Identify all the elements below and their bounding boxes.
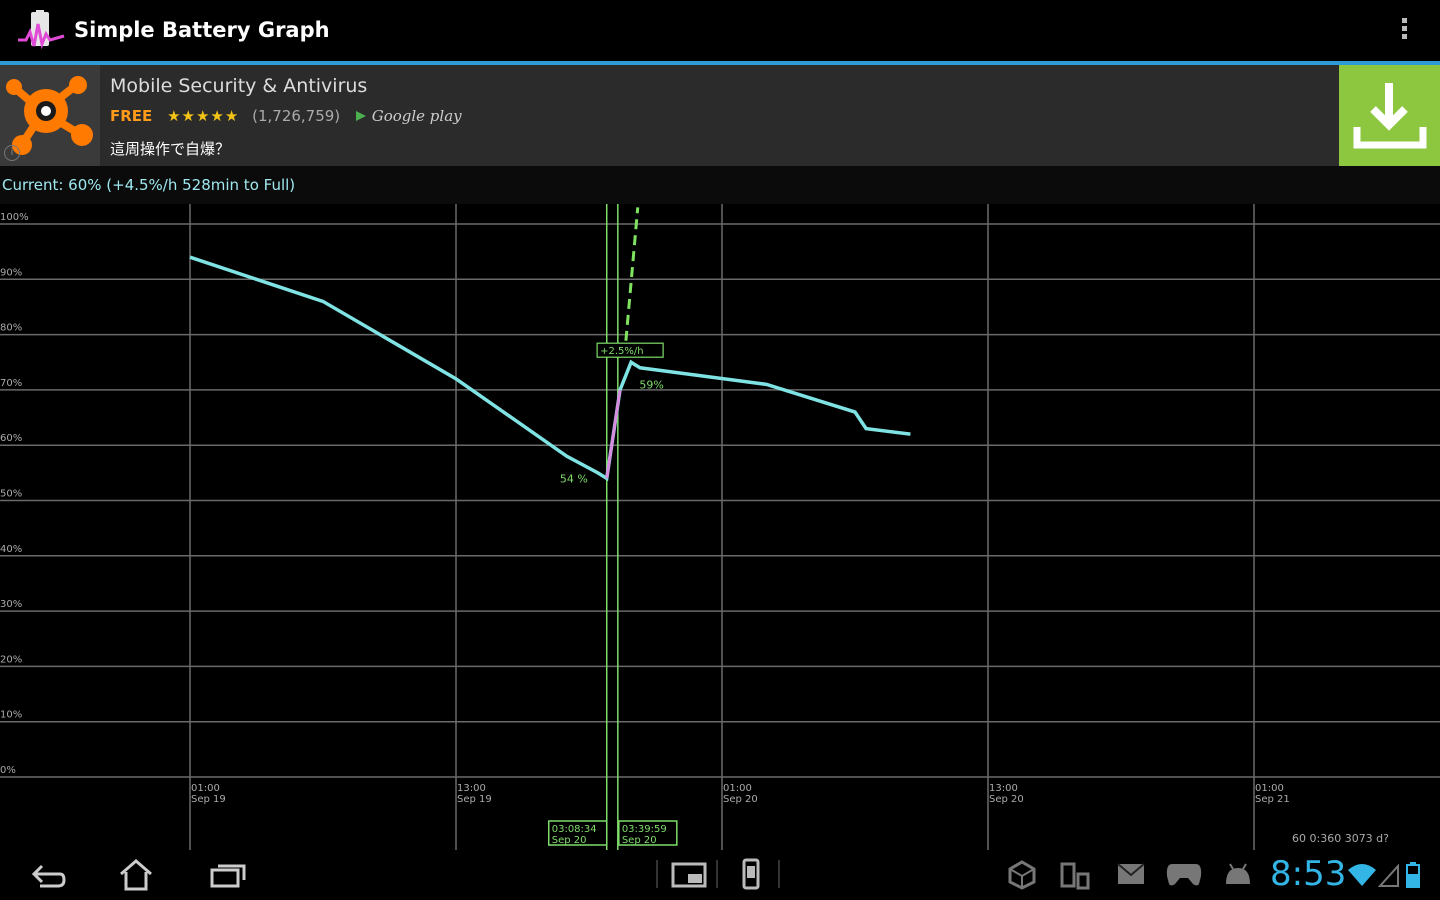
app-title: Simple Battery Graph (74, 18, 330, 42)
ad-price: FREE (110, 107, 153, 125)
marker-time: 03:39:59 (622, 824, 667, 835)
x-tick-date: Sep 21 (1255, 794, 1290, 805)
y-tick-label: 40% (0, 544, 22, 555)
battery-graph-icon (18, 10, 65, 50)
cube-icon (1008, 860, 1036, 890)
review-count: (1,726,759) (252, 107, 341, 125)
usb-icon (1060, 862, 1090, 890)
nav-divider (778, 860, 780, 888)
y-tick-label: 10% (0, 710, 22, 721)
android-icon (1226, 863, 1250, 884)
recent-apps-icon[interactable] (208, 862, 248, 890)
y-tick-label: 50% (0, 489, 22, 500)
screenshot-icon[interactable] (670, 860, 708, 890)
download-button[interactable] (1339, 65, 1440, 166)
phone-icon[interactable] (740, 858, 762, 890)
y-tick-label: 30% (0, 599, 22, 610)
x-tick-date: Sep 19 (457, 794, 492, 805)
x-tick-date: Sep 20 (723, 794, 758, 805)
x-tick-date: Sep 20 (989, 794, 1024, 805)
battery-chart-svg: 0%10%20%30%40%50%60%70%80%90%100%01:00Se… (0, 204, 1440, 850)
battery-chart[interactable]: 0% 10% 20% 30% 40% 50% 60% 70% 80% 90% 100% 01:00 Se… (0, 204, 1440, 850)
home-icon[interactable] (118, 858, 154, 892)
overflow-menu-icon[interactable] (1396, 18, 1412, 48)
chart-legend-mini: 60 0:360 3073 d? (1292, 832, 1390, 845)
ad-info-icon[interactable]: i (4, 145, 20, 161)
google-play-icon (355, 111, 366, 121)
y-tick-label: 60% (0, 433, 22, 444)
x-tick-time: 01:00 (723, 783, 752, 794)
marker-date: Sep 20 (622, 835, 657, 846)
system-nav-bar: 8:53 (0, 850, 1440, 900)
google-play-label: Google play (355, 107, 462, 125)
clock[interactable]: 8:53 (1270, 854, 1346, 894)
y-tick-label: 100% (0, 212, 29, 223)
nav-divider (656, 860, 658, 888)
y-tick-label: 20% (0, 654, 22, 665)
battery-status-text: Current: 60% (+4.5%/h 528min to Full) (2, 176, 296, 194)
gamepad-icon (1166, 864, 1202, 886)
y-tick-label: 0% (0, 765, 16, 776)
mail-icon (1117, 863, 1145, 884)
x-tick-date: Sep 19 (191, 794, 226, 805)
battery-icon (1406, 862, 1420, 888)
marker-time: 03:08:34 (552, 824, 597, 835)
x-tick-time: 01:00 (1255, 783, 1284, 794)
ad-title[interactable]: Mobile Security & Antivirus (110, 75, 367, 97)
annotation-label: 59% (639, 378, 663, 391)
x-tick-time: 01:00 (191, 783, 220, 794)
y-tick-label: 70% (0, 378, 22, 389)
x-tick-time: 13:00 (989, 783, 1018, 794)
marker-date: Sep 20 (552, 835, 587, 846)
signal-icon (1378, 864, 1399, 887)
x-tick-time: 13:00 (457, 783, 486, 794)
y-tick-label: 90% (0, 267, 22, 278)
battery-status-bar: Current: 60% (+4.5%/h 528min to Full) (0, 166, 1440, 204)
rating-stars: ★★★★★ (167, 107, 240, 125)
y-tick-label: 80% (0, 323, 22, 334)
ad-meta: FREE ★★★★★ (1,726,759) Google play (110, 107, 462, 125)
download-icon (1353, 83, 1427, 149)
action-bar: Simple Battery Graph (0, 0, 1440, 65)
annotation-label: 54 % (560, 472, 588, 485)
annotation-label: +2.5%/h (600, 346, 644, 357)
nav-divider (716, 860, 718, 888)
back-icon[interactable] (30, 860, 66, 890)
ad-subtitle: 這周操作で自爆？ (110, 140, 231, 158)
wifi-icon (1348, 864, 1376, 886)
ad-banner[interactable]: i Mobile Security & Antivirus FREE ★★★★★… (0, 65, 1440, 166)
